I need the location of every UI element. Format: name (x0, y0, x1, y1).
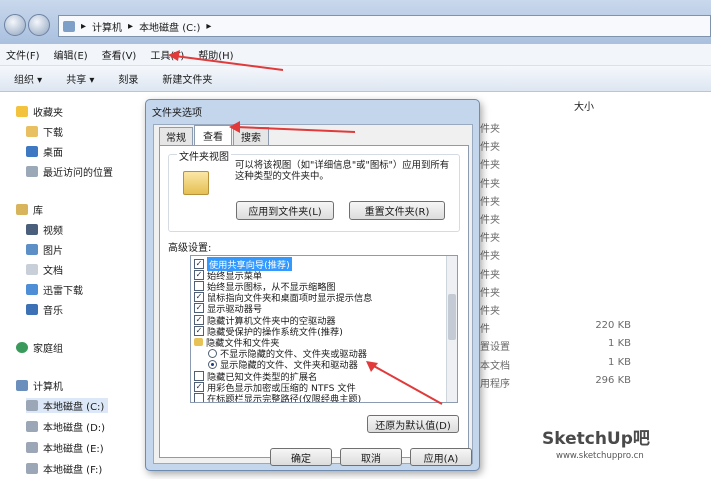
arrow-to-tools-menu (174, 55, 284, 71)
arrowhead (229, 121, 240, 133)
watermark-url: www.sketchuppro.cn (556, 451, 644, 461)
arrowhead (168, 50, 180, 61)
arrow-to-view-tab (235, 126, 356, 133)
watermark-brand: SketchUp吧 (542, 429, 650, 449)
annotation-arrows (168, 50, 443, 405)
arrow-to-show-hidden (371, 364, 443, 405)
